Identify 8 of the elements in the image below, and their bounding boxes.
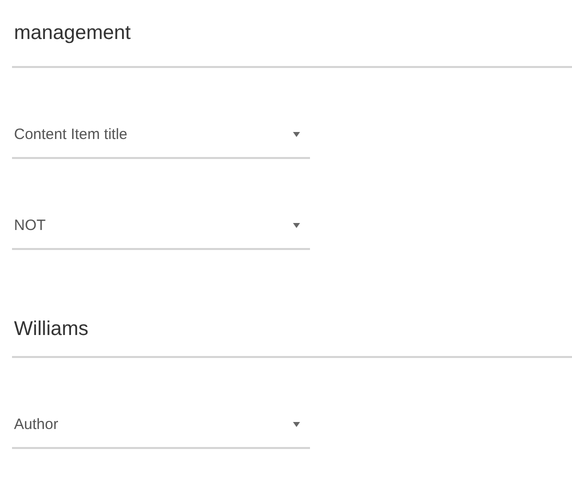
caret-icon xyxy=(293,422,300,427)
input-field[interactable]: Williams xyxy=(12,302,572,358)
input-field[interactable]: management xyxy=(12,0,572,68)
dropdown[interactable]: Content Item title xyxy=(12,118,310,159)
caret-icon xyxy=(293,223,300,228)
dropdown[interactable]: NOT xyxy=(12,209,310,250)
dropdown[interactable]: Author xyxy=(12,408,310,449)
caret-icon xyxy=(293,132,300,137)
